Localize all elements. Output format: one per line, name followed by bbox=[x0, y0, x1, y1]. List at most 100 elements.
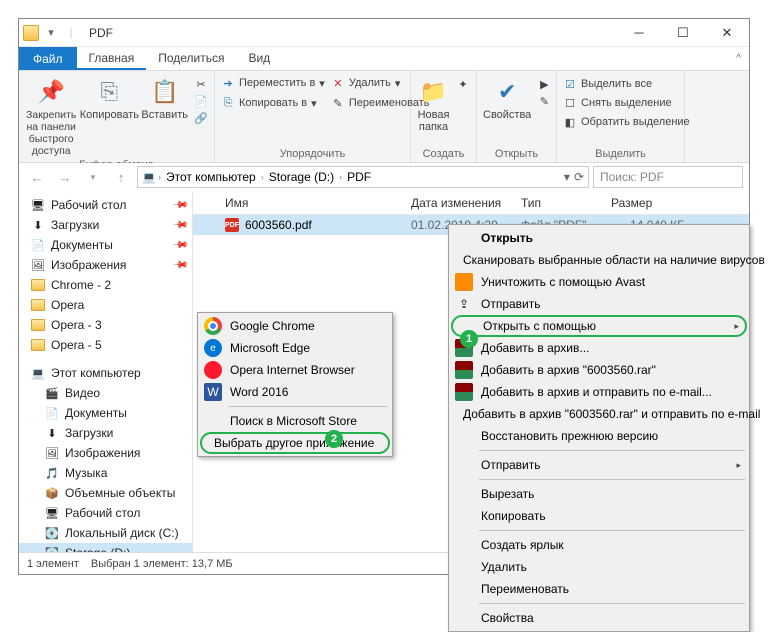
sub-store[interactable]: Поиск в Microsoft Store bbox=[200, 410, 390, 432]
cut-button[interactable]: ✂ bbox=[194, 77, 208, 91]
sidebar-item[interactable]: 🎵Музыка bbox=[19, 463, 192, 483]
tab-home[interactable]: Главная bbox=[77, 47, 147, 70]
col-size[interactable]: Размер bbox=[603, 196, 693, 210]
sidebar-item[interactable]: ⬇Загрузки bbox=[19, 423, 192, 443]
back-button[interactable]: ← bbox=[25, 165, 49, 189]
open-button[interactable]: ▶ bbox=[537, 77, 551, 91]
sidebar-item[interactable]: 💽Локальный диск (C:) bbox=[19, 523, 192, 543]
copyto-icon: ⎘ bbox=[221, 96, 235, 110]
word-icon: W bbox=[204, 383, 222, 401]
tab-share[interactable]: Поделиться bbox=[146, 47, 236, 70]
minimize-button[interactable]: ─ bbox=[617, 19, 661, 47]
tab-view[interactable]: Вид bbox=[236, 47, 282, 70]
moveto-button[interactable]: ➔Переместить в ▾ bbox=[221, 76, 325, 90]
drive-icon: 💽 bbox=[45, 526, 59, 540]
pin-quickaccess-button[interactable]: 📌 Закрепить на панели быстрого доступа bbox=[25, 74, 77, 157]
sub-other[interactable]: Выбрать другое приложение bbox=[200, 432, 390, 454]
sidebar-item[interactable]: 📄Документы📌 bbox=[19, 235, 192, 255]
sub-opera[interactable]: Opera Internet Browser bbox=[200, 359, 390, 381]
delete-icon: ✕ bbox=[331, 76, 345, 90]
edit-button[interactable]: ✎ bbox=[537, 94, 551, 108]
refresh-icon[interactable]: ⟳ bbox=[574, 170, 584, 184]
sidebar-item[interactable]: 📦Объемные объекты bbox=[19, 483, 192, 503]
sidebar-item-label: Документы bbox=[51, 238, 113, 252]
address-bar-row: ← → ▾ ↑ 💻 › Этот компьютер › Storage (D:… bbox=[19, 163, 749, 191]
sidebar-item[interactable]: 💽Storage (D:) bbox=[19, 543, 192, 552]
desktop-icon: 🖥 bbox=[45, 506, 59, 520]
annotation-badge-1: 1 bbox=[460, 330, 478, 348]
close-button[interactable]: ✕ bbox=[705, 19, 749, 47]
ribbon-tabs: Файл Главная Поделиться Вид ^ bbox=[19, 47, 749, 71]
ctx-copy[interactable]: Копировать bbox=[451, 505, 747, 527]
ctx-addemail[interactable]: Добавить в архив и отправить по e-mail..… bbox=[451, 381, 747, 403]
ctx-share[interactable]: ⇪Отправить bbox=[451, 293, 747, 315]
chrome-icon bbox=[204, 317, 222, 335]
paste-button[interactable]: 📋 Вставить bbox=[141, 74, 188, 121]
sidebar-item[interactable]: Opera bbox=[19, 295, 192, 315]
col-type[interactable]: Тип bbox=[513, 196, 603, 210]
sidebar-item[interactable]: Opera - 3 bbox=[19, 315, 192, 335]
ctx-scan[interactable]: Сканировать выбранные области на наличие… bbox=[451, 249, 747, 271]
qat-dropdown-icon[interactable]: ▾ bbox=[43, 25, 59, 41]
properties-button[interactable]: ✔ Свойства bbox=[483, 74, 531, 121]
history-dropdown-icon[interactable]: ▾ bbox=[564, 170, 570, 184]
ctx-delete[interactable]: Удалить bbox=[451, 556, 747, 578]
sub-chrome[interactable]: Google Chrome bbox=[200, 315, 390, 337]
sidebar-item[interactable]: 🖼Изображения bbox=[19, 443, 192, 463]
sidebar-item[interactable]: 🖼Изображения📌 bbox=[19, 255, 192, 275]
crumb-pc[interactable]: Этот компьютер bbox=[163, 170, 259, 184]
ctx-rename[interactable]: Переименовать bbox=[451, 578, 747, 600]
sidebar-item[interactable]: ⬇Загрузки📌 bbox=[19, 215, 192, 235]
ctx-openwith[interactable]: Открыть с помощью▸ bbox=[451, 315, 747, 337]
copy-button[interactable]: ⎘ Копировать bbox=[83, 74, 135, 121]
sidebar-item[interactable]: 🎬Видео bbox=[19, 383, 192, 403]
pictures-icon: 🖼 bbox=[31, 258, 45, 272]
sidebar-item[interactable]: Opera - 5 bbox=[19, 335, 192, 355]
sidebar-item[interactable]: 📄Документы bbox=[19, 403, 192, 423]
sidebar-item[interactable]: 🖥 Рабочий стол bbox=[19, 503, 192, 523]
tab-file[interactable]: Файл bbox=[19, 47, 77, 70]
status-count: 1 элемент bbox=[27, 558, 79, 570]
newitem-button[interactable]: ✦ bbox=[456, 77, 470, 91]
recent-button[interactable]: ▾ bbox=[81, 165, 105, 189]
ctx-addraremail[interactable]: Добавить в архив "6003560.rar" и отправи… bbox=[451, 403, 747, 425]
sidebar-item-label: Opera - 3 bbox=[51, 318, 102, 332]
ctx-shred[interactable]: Уничтожить с помощью Avast bbox=[451, 271, 747, 293]
search-input[interactable]: Поиск: PDF bbox=[593, 166, 743, 188]
sidebar-item-label: Рабочий стол bbox=[65, 506, 140, 520]
pasteshortcut-button[interactable]: 🔗 bbox=[194, 111, 208, 125]
ctx-props[interactable]: Свойства bbox=[451, 607, 747, 629]
newfolder-button[interactable]: 📁 Новая папка bbox=[417, 74, 450, 133]
selectnone-button[interactable]: ☐Снять выделение bbox=[563, 96, 690, 110]
forward-button[interactable]: → bbox=[53, 165, 77, 189]
ctx-open[interactable]: Открыть bbox=[451, 227, 747, 249]
maximize-button[interactable]: ☐ bbox=[661, 19, 705, 47]
copypath-button[interactable]: 📄 bbox=[194, 94, 208, 108]
folder-icon bbox=[31, 319, 45, 331]
breadcrumb[interactable]: 💻 › Этот компьютер › Storage (D:) › PDF … bbox=[137, 166, 589, 188]
copyto-button[interactable]: ⎘Копировать в ▾ bbox=[221, 96, 325, 110]
sidebar-thispc[interactable]: 💻Этот компьютер bbox=[19, 363, 192, 383]
ribbon-collapse-icon[interactable]: ^ bbox=[728, 47, 749, 70]
up-button[interactable]: ↑ bbox=[109, 165, 133, 189]
ctx-addrar[interactable]: Добавить в архив "6003560.rar" bbox=[451, 359, 747, 381]
col-date[interactable]: Дата изменения bbox=[403, 196, 513, 210]
ctx-restore[interactable]: Восстановить прежнюю версию bbox=[451, 425, 747, 447]
ctx-cut[interactable]: Вырезать bbox=[451, 483, 747, 505]
edge-icon: e bbox=[204, 339, 222, 357]
sub-word[interactable]: WWord 2016 bbox=[200, 381, 390, 403]
col-name[interactable]: Имя bbox=[217, 196, 403, 210]
share-icon: ⇪ bbox=[455, 295, 473, 313]
crumb-folder[interactable]: PDF bbox=[344, 170, 374, 184]
sidebar-item[interactable]: 🖥Рабочий стол📌 bbox=[19, 195, 192, 215]
ctx-sendto[interactable]: Отправить▸ bbox=[451, 454, 747, 476]
selectinvert-button[interactable]: ◧Обратить выделение bbox=[563, 115, 690, 129]
selectall-button[interactable]: ☑Выделить все bbox=[563, 77, 690, 91]
ctx-shortcut[interactable]: Создать ярлык bbox=[451, 534, 747, 556]
rar-icon bbox=[455, 361, 473, 379]
ctx-addarchive[interactable]: Добавить в архив... bbox=[451, 337, 747, 359]
sidebar-item[interactable]: Chrome - 2 bbox=[19, 275, 192, 295]
crumb-drive[interactable]: Storage (D:) bbox=[266, 170, 337, 184]
sub-edge[interactable]: eMicrosoft Edge bbox=[200, 337, 390, 359]
downloads-icon: ⬇ bbox=[45, 426, 59, 440]
